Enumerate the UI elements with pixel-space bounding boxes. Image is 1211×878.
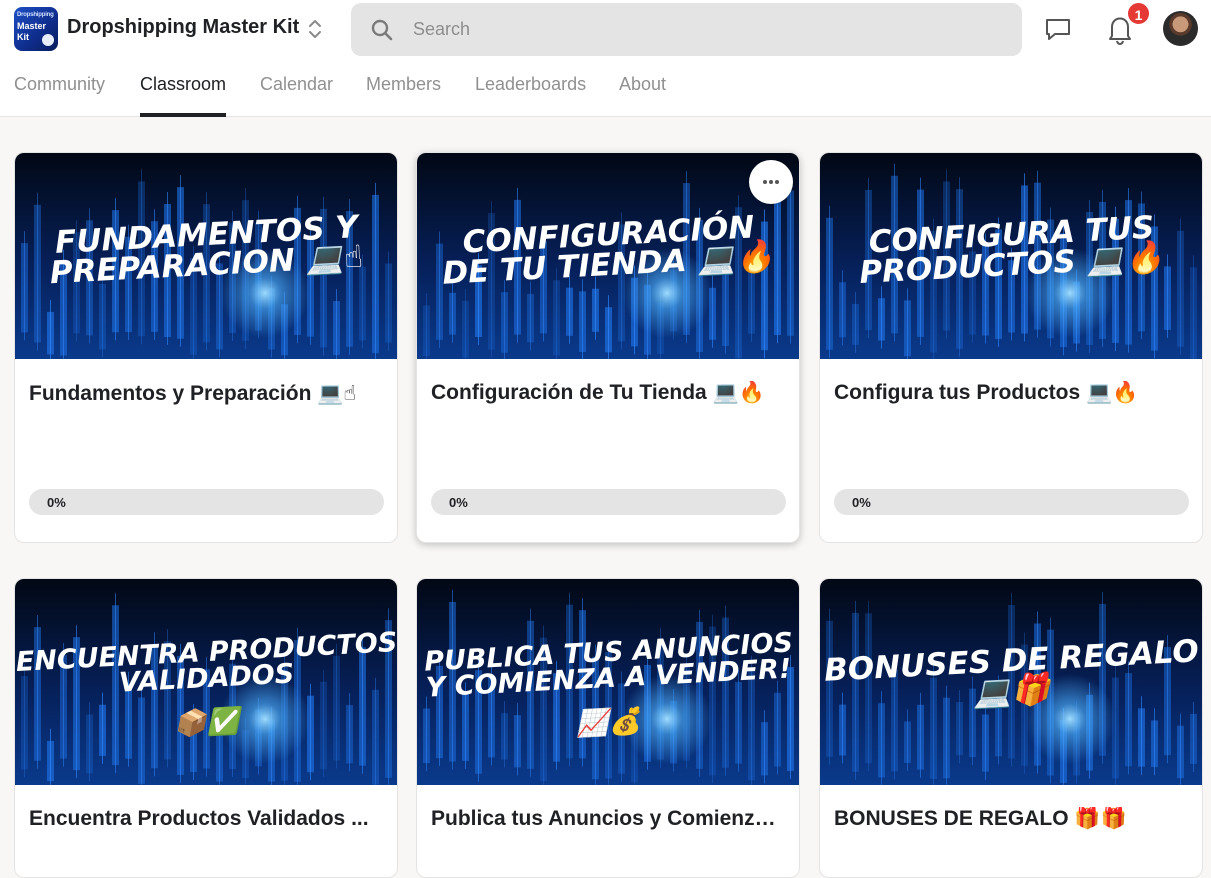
course-card[interactable]: ENCUENTRA PRODUCTOS VALIDADOS 📦✅ Encuentra… <box>14 578 398 878</box>
banner-artwork: FUNDAMENTOS YPREPARACION 💻☝ <box>15 153 397 359</box>
course-title: Fundamentos y Preparación 💻☝ <box>29 382 357 405</box>
banner-artwork: PUBLICA TUS ANUNCIOSY COMIENZA A VENDER!… <box>417 579 799 785</box>
course-title: BONUSES DE REGALO 🎁🎁 <box>834 807 1127 830</box>
course-progress-bar: 0% <box>834 489 1189 515</box>
course-banner-image: ENCUENTRA PRODUCTOS VALIDADOS 📦✅ <box>15 579 397 785</box>
tab-calendar[interactable]: Calendar <box>260 74 333 117</box>
more-horizontal-icon <box>763 180 767 184</box>
course-card[interactable]: PUBLICA TUS ANUNCIOS Y COMIENZA A VENDER!… <box>416 578 800 878</box>
course-title: Configura tus Productos 💻🔥 <box>834 381 1139 404</box>
switch-chevrons-icon <box>309 20 321 38</box>
tab-members[interactable]: Members <box>366 74 441 117</box>
chat-button[interactable] <box>1043 14 1073 44</box>
tab-classroom[interactable]: Classroom <box>140 74 227 117</box>
banner-artwork: CONFIGURACIÓNDE TU TIENDA 💻🔥 <box>417 153 799 359</box>
course-title: Configuración de Tu Tienda 💻🔥 <box>431 381 765 404</box>
search-bar[interactable] <box>351 3 1022 56</box>
course-progress-label: 0% <box>852 495 871 510</box>
tab-about[interactable]: About <box>619 74 666 117</box>
group-name[interactable]: Dropshipping Master Kit <box>67 16 299 39</box>
course-progress-label: 0% <box>449 495 468 510</box>
course-banner-image: PUBLICA TUS ANUNCIOS Y COMIENZA A VENDER!… <box>417 579 799 785</box>
user-avatar[interactable] <box>1163 11 1198 46</box>
top-header: Dropshipping Master Kit Dropshipping Mas… <box>0 0 1211 117</box>
logo-text-line2: Master <box>17 21 47 31</box>
banner-artwork: BONUSES DE REGALO💻🎁 <box>820 579 1202 785</box>
course-banner-image: CONFIGURACIÓN DE TU TIENDA 💻🔥 <box>417 153 799 359</box>
course-progress-bar: 0% <box>29 489 384 515</box>
course-card[interactable]: BONUSES DE REGALO 💻🎁 BONUSES DE REGALO 🎁🎁 <box>819 578 1203 878</box>
course-card[interactable]: CONFIGURACIÓN DE TU TIENDA 💻🔥 Configuraci… <box>416 152 800 543</box>
logo-text-line3: Kit <box>17 32 29 42</box>
course-banner-image: FUNDAMENTOS Y PREPARACION 💻☝ <box>15 153 397 359</box>
more-horizontal-icon <box>775 180 779 184</box>
course-title: Encuentra Productos Validados ... <box>29 807 369 830</box>
course-card[interactable]: FUNDAMENTOS Y PREPARACION 💻☝ Fundamentos … <box>14 152 398 543</box>
search-input[interactable] <box>413 3 1003 56</box>
more-horizontal-icon <box>769 180 773 184</box>
course-banner-image: CONFIGURA TUS PRODUCTOS 💻🔥 <box>820 153 1202 359</box>
logo-ball-icon <box>42 34 54 46</box>
course-progress-bar: 0% <box>431 489 786 515</box>
group-switcher-button[interactable] <box>303 16 327 42</box>
banner-artwork: ENCUENTRA PRODUCTOSVALIDADOS📦✅ <box>15 579 397 785</box>
course-card[interactable]: CONFIGURA TUS PRODUCTOS 💻🔥 Configura tus … <box>819 152 1203 543</box>
banner-text-line: 💻🎁 <box>971 670 1055 711</box>
tab-community[interactable]: Community <box>14 74 105 117</box>
tab-leaderboards[interactable]: Leaderboards <box>475 74 586 117</box>
chat-icon <box>1046 19 1070 40</box>
course-banner-image: BONUSES DE REGALO 💻🎁 <box>820 579 1202 785</box>
banner-text-line: 📈💰 <box>575 705 645 740</box>
course-progress-label: 0% <box>47 495 66 510</box>
notification-count-badge: 1 <box>1126 1 1151 26</box>
banner-text-line: 📦✅ <box>173 705 244 740</box>
logo-text-line1: Dropshipping <box>17 12 54 18</box>
course-title: Publica tus Anuncios y Comienza ... <box>431 807 787 830</box>
banner-artwork: CONFIGURA TUSPRODUCTOS 💻🔥 <box>820 153 1202 359</box>
search-icon <box>371 19 393 41</box>
group-logo[interactable]: Dropshipping Master Kit <box>14 7 58 51</box>
course-more-button[interactable] <box>749 160 793 204</box>
